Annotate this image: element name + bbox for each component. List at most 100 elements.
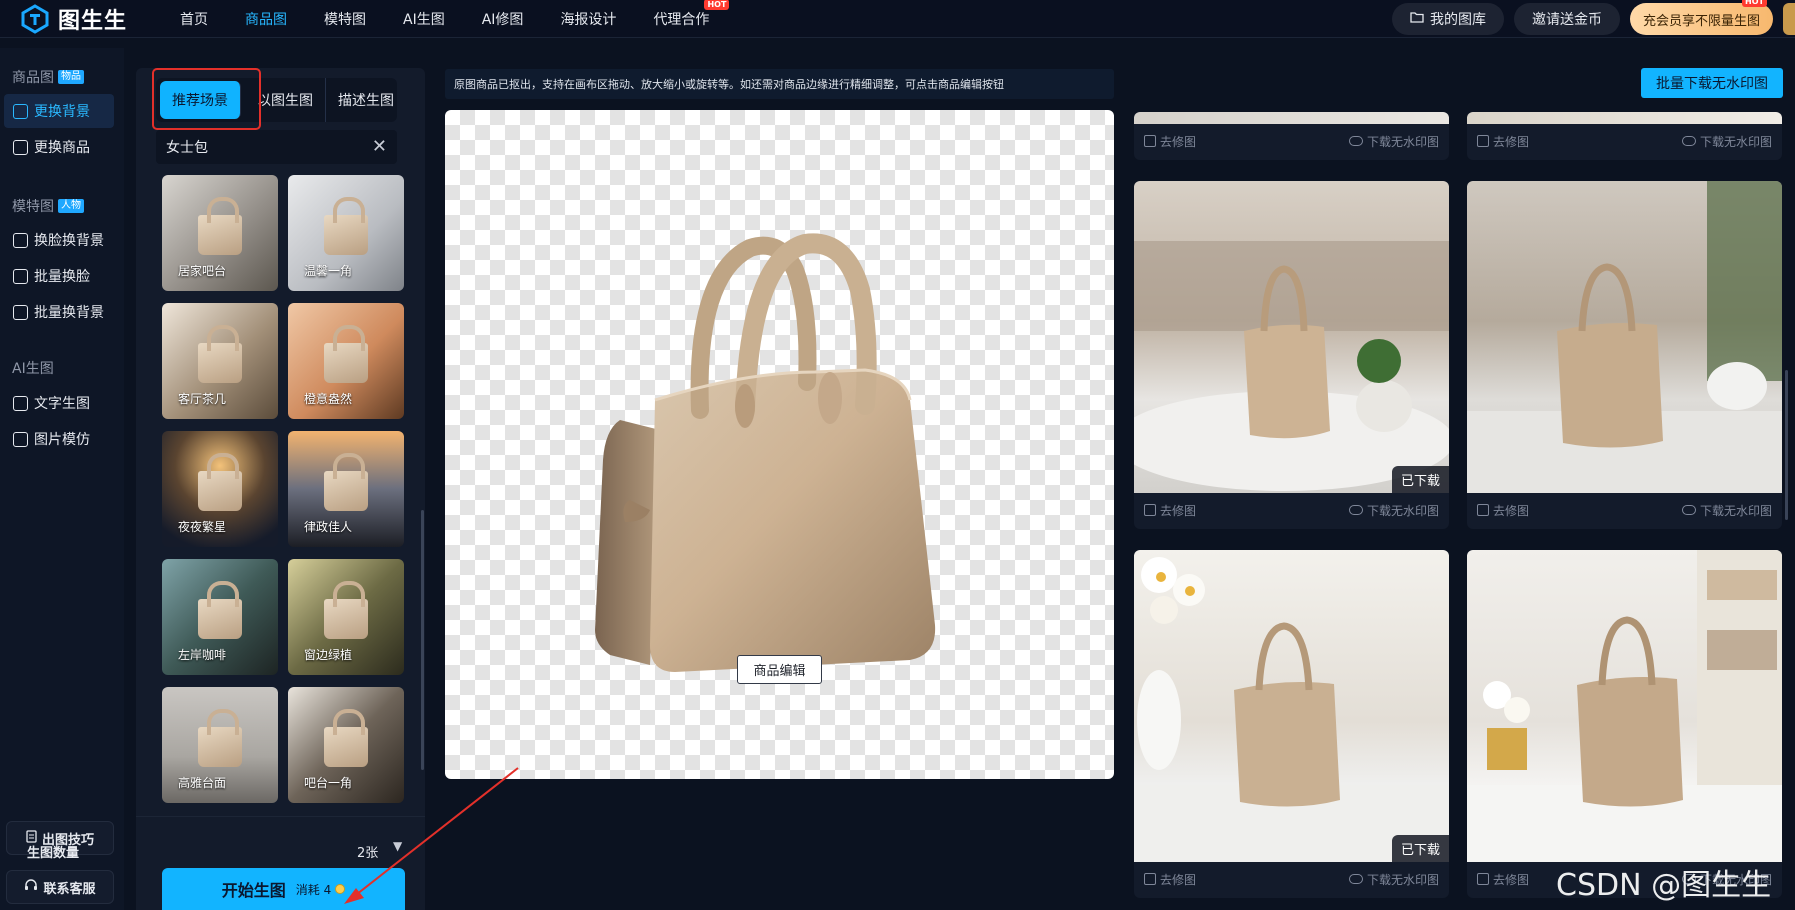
sidebar-group-ai-label: AI生图 xyxy=(12,361,54,377)
downloaded-badge: 已下载 xyxy=(1391,835,1449,862)
retouch-link[interactable]: 去修图 xyxy=(1144,502,1196,519)
cloud-download-icon xyxy=(1348,505,1363,515)
watermark: CSDN @图生生 xyxy=(1556,868,1772,903)
scene-label: 律政佳人 xyxy=(304,520,353,534)
bag-thumbnail xyxy=(198,325,242,383)
result-image[interactable] xyxy=(1134,112,1449,124)
bag-illustration xyxy=(1467,550,1782,862)
bag-thumbnail xyxy=(324,325,368,383)
nav-agency-label: 代理合作 xyxy=(653,12,710,28)
result-card-footer: 去修图 下载无水印图 xyxy=(1467,493,1782,527)
retouch-link[interactable]: 去修图 xyxy=(1477,133,1529,150)
sidebar-group-model-tag: 人物 xyxy=(58,199,84,213)
product-edit-button[interactable]: 商品编辑 xyxy=(737,655,822,684)
sidebar-item-label: 更换背景 xyxy=(34,104,90,120)
bag-thumbnail xyxy=(324,453,368,511)
logo[interactable]: 图生生 xyxy=(20,3,127,35)
results-scrollbar[interactable] xyxy=(1785,370,1788,520)
scene-card[interactable]: 夜夜繁星 xyxy=(162,431,278,547)
count-label: 生图数量 xyxy=(27,846,80,861)
headset-icon xyxy=(24,878,38,896)
nav-agency[interactable]: 代理合作 HOT xyxy=(653,0,730,29)
sidebar-group-model-label: 模特图 xyxy=(12,199,54,215)
retouch-label: 去修图 xyxy=(1160,503,1197,518)
scene-card[interactable]: 高雅台面 xyxy=(162,687,278,803)
scene-card[interactable]: 律政佳人 xyxy=(288,431,404,547)
bag-thumbnail xyxy=(198,197,242,255)
vip-button[interactable]: 充会员享不限量生图 HOT xyxy=(1629,0,1773,35)
scene-grid: 居家吧台 温馨一角 客厅茶几 橙意盎然 夜夜繁星 律政佳人 左岸咖啡 窗边绿植 xyxy=(162,175,406,803)
edit-icon xyxy=(1144,504,1156,516)
cloud-download-icon xyxy=(1681,136,1696,146)
scene-card[interactable]: 温馨一角 xyxy=(288,175,404,291)
app-name: 图生生 xyxy=(58,9,128,34)
sidebar-item-image-imitate[interactable]: 图片模仿 xyxy=(4,422,114,456)
retouch-link[interactable]: 去修图 xyxy=(1477,502,1529,519)
support-button[interactable]: 联系客服 xyxy=(6,870,114,904)
nav-ai-retouch[interactable]: AI修图 xyxy=(482,9,524,29)
result-image[interactable]: 已下载 xyxy=(1134,181,1449,493)
bag-illustration xyxy=(1134,557,1449,862)
bag-thumbnail xyxy=(198,453,242,511)
sidebar-item-batch-background[interactable]: 批量换背景 xyxy=(4,295,114,329)
sidebar-item-batch-face[interactable]: 批量换脸 xyxy=(4,259,114,293)
result-card[interactable]: 去修图 下载无水印图 xyxy=(1134,112,1449,160)
my-gallery-button[interactable]: 我的图库 xyxy=(1391,3,1504,35)
bag-thumbnail xyxy=(198,581,242,639)
download-link[interactable]: 下载无水印图 xyxy=(1681,502,1772,519)
retouch-link[interactable]: 去修图 xyxy=(1144,133,1196,150)
top-nav-bar: 图生生 首页 商品图 模特图 AI生图 AI修图 海报设计 代理合作 HOT 我… xyxy=(0,0,1795,38)
result-card-footer: 去修图 下载无水印图 xyxy=(1134,493,1449,527)
nav-product-image[interactable]: 商品图 xyxy=(245,9,287,29)
start-generate-label: 开始生图 xyxy=(221,881,286,900)
invite-button[interactable]: 邀请送金币 xyxy=(1513,3,1620,35)
download-link[interactable]: 下载无水印图 xyxy=(1348,502,1439,519)
edit-icon xyxy=(1144,873,1156,885)
result-card[interactable]: 去修图 下载无水印图 xyxy=(1467,550,1782,898)
sidebar-item-text-to-image[interactable]: 文字生图 xyxy=(4,386,114,420)
nav-ai-generate[interactable]: AI生图 xyxy=(403,9,445,29)
batch-download-button[interactable]: 批量下载无水印图 xyxy=(1641,68,1783,98)
bag-thumbnail xyxy=(324,581,368,639)
result-card[interactable]: 去修图 下载无水印图 xyxy=(1467,181,1782,529)
scene-label: 夜夜繁星 xyxy=(178,520,227,534)
download-link[interactable]: 下载无水印图 xyxy=(1681,133,1772,150)
result-image[interactable]: 已下载 xyxy=(1134,550,1449,862)
result-card[interactable]: 去修图 下载无水印图 xyxy=(1467,112,1782,160)
cube-icon[interactable] xyxy=(1783,3,1795,35)
download-link[interactable]: 下载无水印图 xyxy=(1348,133,1439,150)
sidebar-item-change-product[interactable]: 更换商品 xyxy=(4,130,114,164)
scene-card[interactable]: 橙意盎然 xyxy=(288,303,404,419)
scene-card[interactable]: 居家吧台 xyxy=(162,175,278,291)
scene-card[interactable]: 窗边绿植 xyxy=(288,559,404,675)
sidebar-item-face-background[interactable]: 换脸换背景 xyxy=(4,223,114,257)
scene-card[interactable]: 客厅茶几 xyxy=(162,303,278,419)
scene-label: 左岸咖啡 xyxy=(178,648,227,662)
scene-card[interactable]: 左岸咖啡 xyxy=(162,559,278,675)
tab-describe-to-image[interactable]: 描述生图 xyxy=(326,78,406,122)
close-icon[interactable]: ✕ xyxy=(372,138,387,156)
nav-model-image[interactable]: 模特图 xyxy=(324,9,366,29)
sidebar-group-ai: AI生图 xyxy=(12,358,54,378)
nav-poster-design[interactable]: 海报设计 xyxy=(560,9,616,29)
imitate-icon xyxy=(13,431,28,447)
result-image[interactable] xyxy=(1467,112,1782,124)
nav-home[interactable]: 首页 xyxy=(180,9,208,29)
result-image[interactable] xyxy=(1467,181,1782,493)
result-card[interactable]: 已下载 去修图 下载无水印图 xyxy=(1134,550,1449,898)
face-icon xyxy=(13,232,28,248)
scene-search-input[interactable]: 女士包 ✕ xyxy=(156,130,397,164)
sidebar-item-change-background[interactable]: 更换背景 xyxy=(4,94,114,128)
logo-icon xyxy=(20,4,50,34)
scene-label: 橙意盎然 xyxy=(304,392,353,406)
scene-label: 客厅茶几 xyxy=(178,392,227,406)
download-link[interactable]: 下载无水印图 xyxy=(1348,871,1439,888)
scene-scrollbar[interactable] xyxy=(421,510,424,770)
download-label: 下载无水印图 xyxy=(1366,503,1439,518)
result-card[interactable]: 已下载 去修图 下载无水印图 xyxy=(1134,181,1449,529)
search-value: 女士包 xyxy=(166,140,208,156)
result-card-footer: 去修图 下载无水印图 xyxy=(1134,124,1449,158)
result-image[interactable] xyxy=(1467,550,1782,862)
retouch-link[interactable]: 去修图 xyxy=(1144,871,1196,888)
retouch-link[interactable]: 去修图 xyxy=(1477,871,1529,888)
